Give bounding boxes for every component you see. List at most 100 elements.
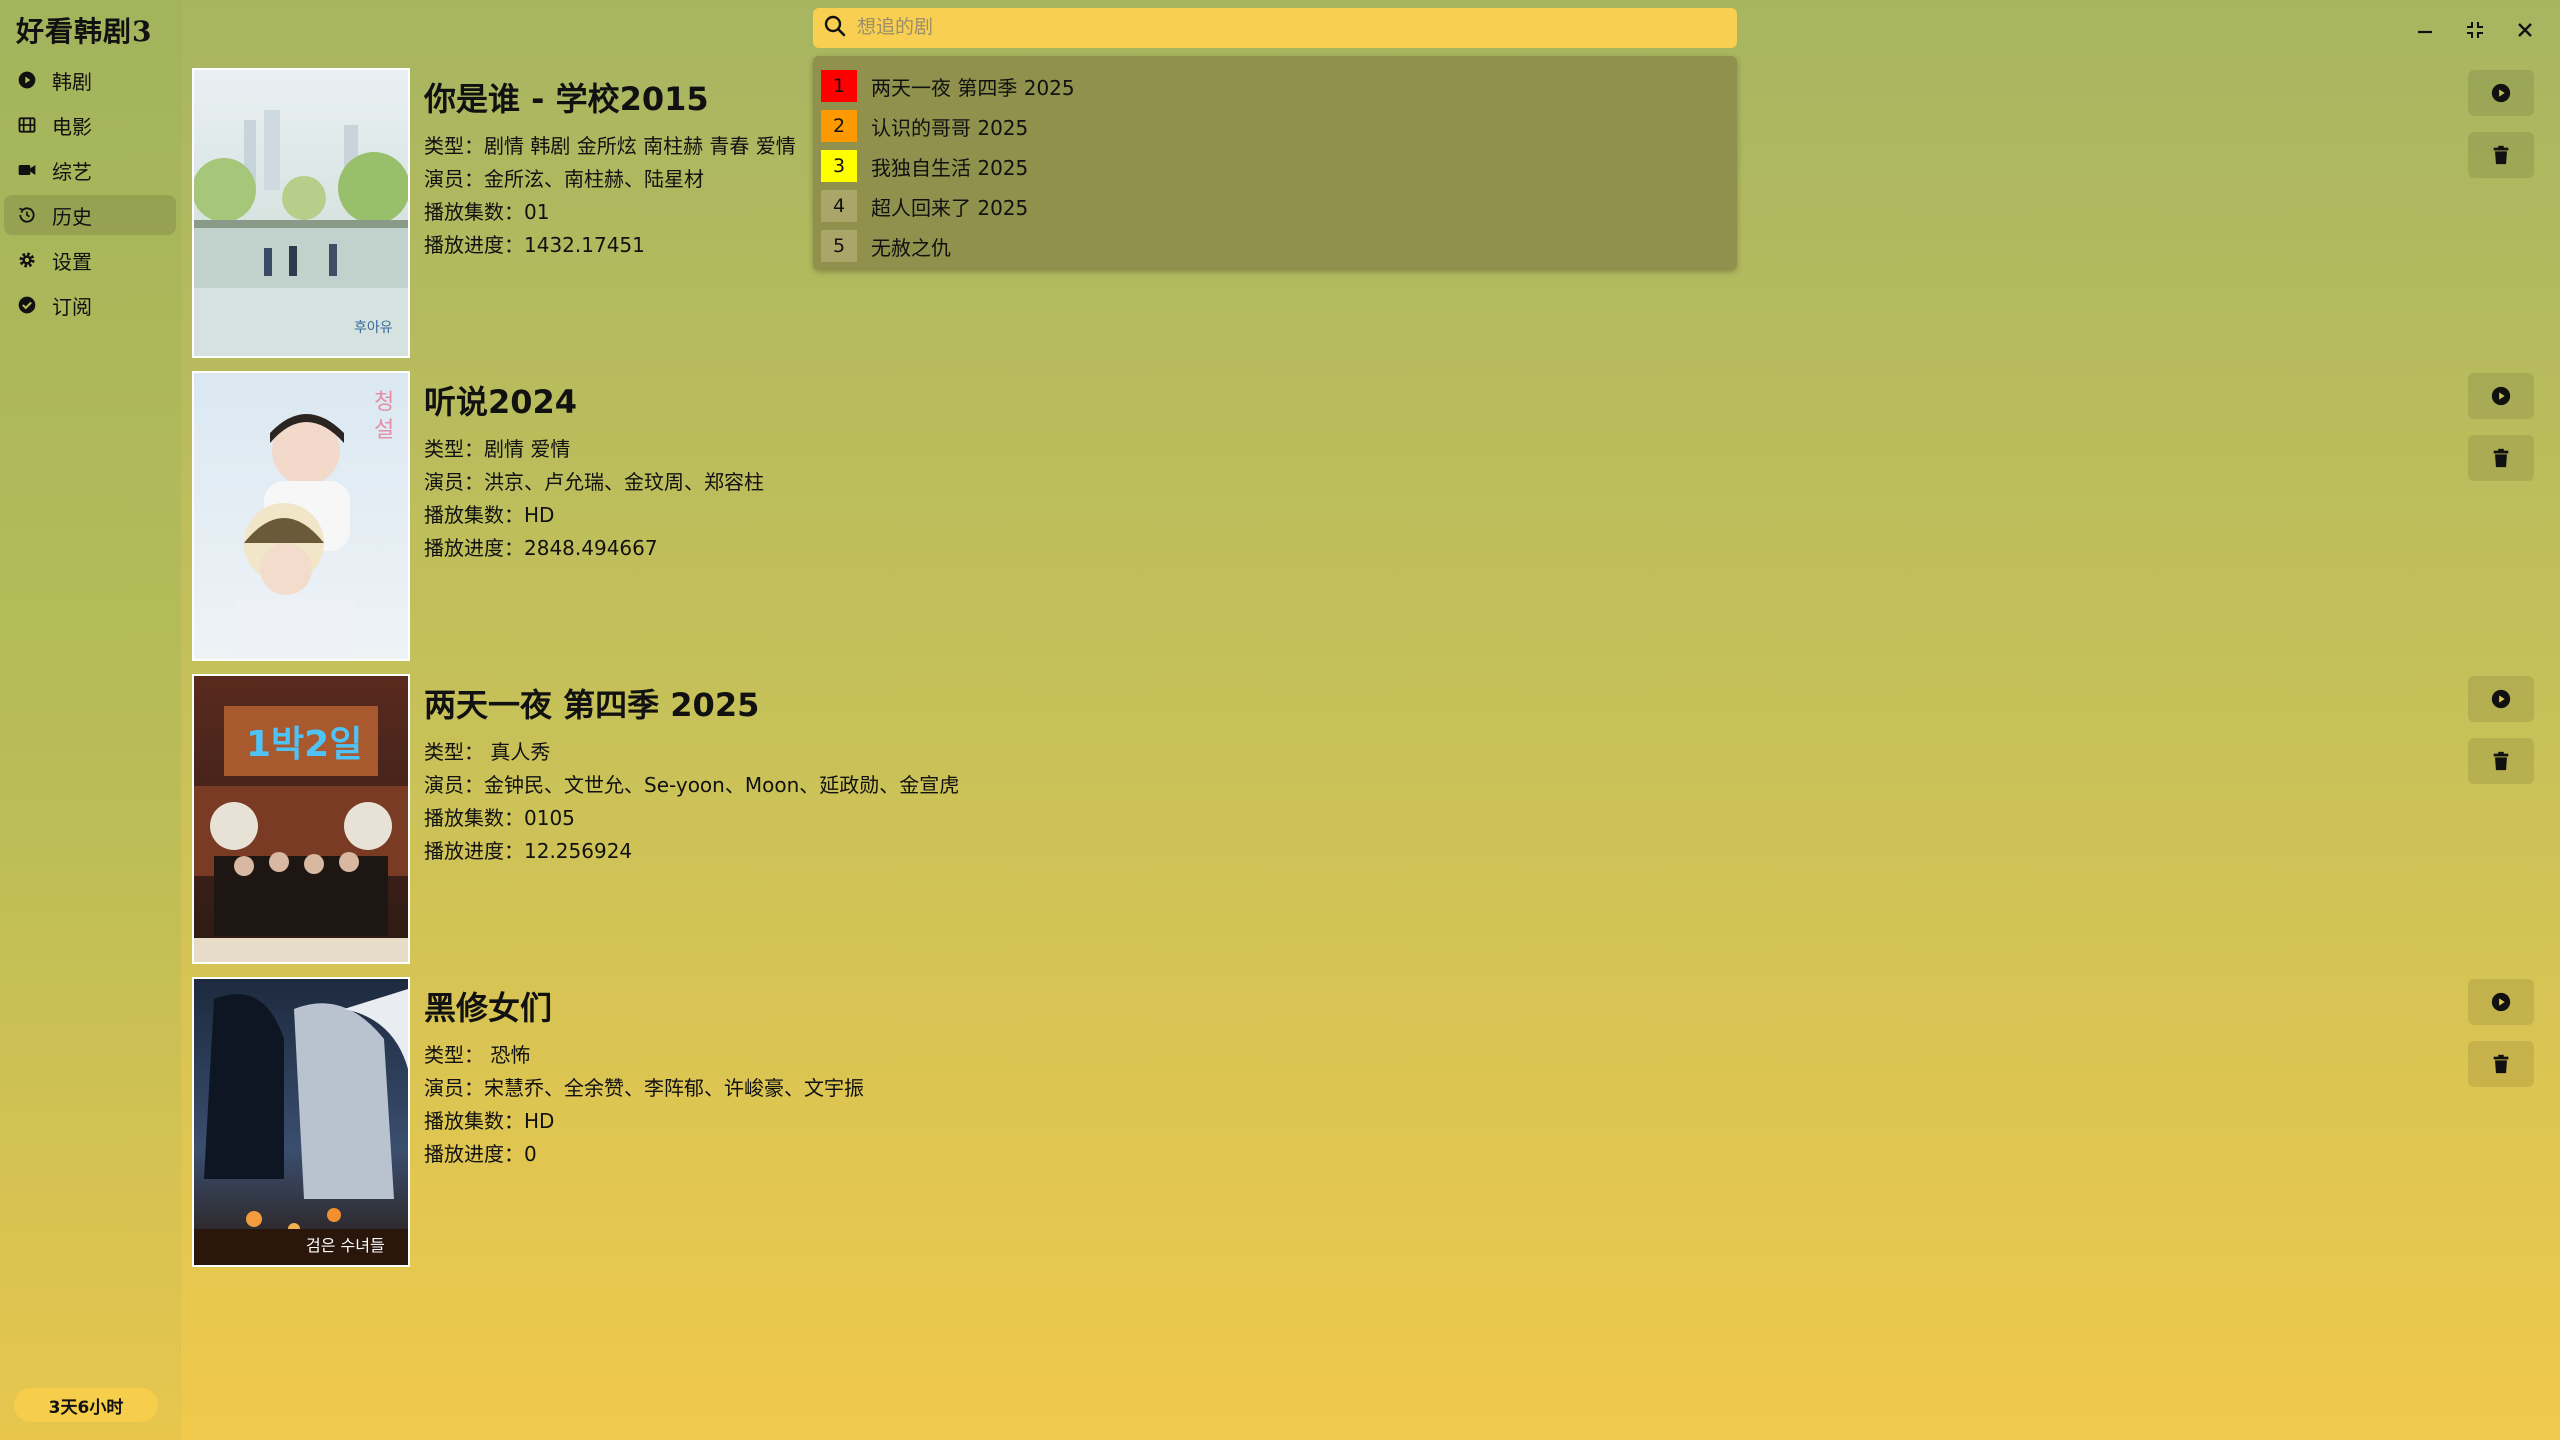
svg-text:검은 수녀들: 검은 수녀들	[306, 1236, 385, 1255]
delete-button[interactable]	[2468, 1041, 2534, 1087]
poster-image[interactable]: 검은 수녀들	[194, 979, 408, 1265]
search-bar	[813, 8, 1737, 48]
delete-button[interactable]	[2468, 738, 2534, 784]
poster-image[interactable]: 청 설	[194, 373, 408, 659]
drama-episodes: 播放集数：HD	[424, 1109, 555, 1133]
drama-genre: 类型： 恐怖	[424, 1043, 531, 1067]
suggestion-text: 超人回来了 2025	[871, 195, 1029, 220]
drama-progress: 播放进度：0	[424, 1142, 537, 1166]
sidebar-item-label: 订阅	[52, 294, 92, 319]
history-card: 청 설 听说2024 类型：剧情 爱情 演员：洪京、卢允瑞、金玟周、郑容柱 播放…	[192, 371, 2534, 661]
suggestion-text: 无赦之仇	[871, 235, 951, 260]
sidebar-item-settings[interactable]: 设置	[4, 240, 176, 280]
drama-info: 两天一夜 第四季 2025 类型： 真人秀 演员：金钟民、文世允、Se-yoon…	[424, 680, 959, 868]
window-controls	[2400, 14, 2550, 46]
drama-cast: 演员：金钟民、文世允、Se-yoon、Moon、延政勋、金宣虎	[424, 773, 960, 797]
history-icon	[16, 204, 38, 226]
poster-image[interactable]: 후아유	[194, 70, 408, 356]
suggestion-item[interactable]: 2 认识的哥哥 2025	[813, 106, 1737, 146]
sidebar-item-label: 韩剧	[52, 69, 92, 94]
play-button[interactable]	[2468, 676, 2534, 722]
drama-genre: 类型： 真人秀	[424, 740, 551, 764]
drama-info: 你是谁 - 学校2015 类型：剧情 韩剧 金所炫 南柱赫 青春 爱情 演员：金…	[424, 74, 796, 262]
drama-cast: 演员：洪京、卢允瑞、金玟周、郑容柱	[424, 470, 764, 494]
sidebar-item-history[interactable]: 历史	[4, 195, 176, 235]
sidebar-item-subscribe[interactable]: 订阅	[4, 285, 176, 325]
play-circle-icon	[2491, 386, 2511, 406]
film-icon	[16, 114, 38, 136]
play-circle-icon	[2491, 992, 2511, 1012]
svg-text:1박2일: 1박2일	[246, 724, 362, 765]
time-remaining-badge: 3天6小时	[14, 1388, 158, 1422]
delete-button[interactable]	[2468, 132, 2534, 178]
suggestion-text: 认识的哥哥 2025	[871, 115, 1029, 140]
drama-episodes: 播放集数：0105	[424, 806, 575, 830]
drama-title[interactable]: 两天一夜 第四季 2025	[424, 680, 959, 726]
play-circle-icon	[2491, 83, 2511, 103]
search-icon	[823, 14, 847, 42]
sidebar-item-label: 历史	[52, 204, 92, 229]
close-icon	[2518, 23, 2532, 37]
drama-cast: 演员：金所泫、南柱赫、陆星材	[424, 167, 704, 191]
sidebar-item-korean-drama[interactable]: 韩剧	[4, 60, 176, 100]
trash-icon	[2493, 448, 2509, 468]
drama-cast: 演员：宋慧乔、全余赞、李阵郁、许峻豪、文宇振	[424, 1076, 864, 1100]
minimize-button[interactable]	[2400, 14, 2450, 46]
drama-genre: 类型：剧情 爱情	[424, 437, 571, 461]
drama-title[interactable]: 黑修女们	[424, 983, 864, 1029]
rank-badge: 2	[821, 110, 857, 142]
search-input[interactable]	[855, 10, 1737, 46]
app-title: 好看韩剧3	[16, 15, 153, 48]
card-actions	[2468, 676, 2534, 800]
sidebar-item-movie[interactable]: 电影	[4, 105, 176, 145]
suggestion-item[interactable]: 5 无赦之仇	[813, 226, 1737, 266]
rank-badge: 1	[821, 70, 857, 102]
card-actions	[2468, 979, 2534, 1103]
play-button[interactable]	[2468, 70, 2534, 116]
play-circle-icon	[2491, 689, 2511, 709]
trash-icon	[2493, 751, 2509, 771]
suggestion-item[interactable]: 3 我独自生活 2025	[813, 146, 1737, 186]
restore-button[interactable]	[2450, 14, 2500, 46]
drama-episodes: 播放集数：01	[424, 200, 550, 224]
sidebar-nav: 韩剧 电影 综艺 历史 设置 订阅	[4, 60, 176, 330]
compress-icon	[2467, 22, 2483, 38]
play-circle-icon	[16, 69, 38, 91]
suggestion-text: 两天一夜 第四季 2025	[871, 75, 1075, 100]
play-button[interactable]	[2468, 979, 2534, 1025]
sidebar-item-variety[interactable]: 综艺	[4, 150, 176, 190]
card-actions	[2468, 70, 2534, 194]
rank-badge: 5	[821, 230, 857, 262]
drama-episodes: 播放集数：HD	[424, 503, 555, 527]
drama-info: 听说2024 类型：剧情 爱情 演员：洪京、卢允瑞、金玟周、郑容柱 播放集数：H…	[424, 377, 764, 565]
play-button[interactable]	[2468, 373, 2534, 419]
suggestion-item[interactable]: 1 两天一夜 第四季 2025	[813, 66, 1737, 106]
gear-icon	[16, 249, 38, 271]
close-button[interactable]	[2500, 14, 2550, 46]
drama-progress: 播放进度：2848.494667	[424, 536, 658, 560]
svg-text:설: 설	[374, 418, 394, 443]
check-circle-icon	[16, 294, 38, 316]
drama-title[interactable]: 你是谁 - 学校2015	[424, 74, 796, 120]
sidebar-item-label: 设置	[52, 249, 92, 274]
history-card: 검은 수녀들 黑修女们 类型： 恐怖 演员：宋慧乔、全余赞、李阵郁、许峻豪、文宇…	[192, 977, 2534, 1267]
drama-genre: 类型：剧情 韩剧 金所炫 南柱赫 青春 爱情	[424, 134, 796, 158]
history-card: 1박2일 两天一夜 第四季 2025 类型： 真人秀 演员：金钟民、文世允、Se…	[192, 674, 2534, 964]
suggestion-item[interactable]: 4 超人回来了 2025	[813, 186, 1737, 226]
minimize-icon	[2418, 30, 2432, 34]
trash-icon	[2493, 145, 2509, 165]
drama-progress: 播放进度：12.256924	[424, 839, 633, 863]
suggestion-text: 我独自生活 2025	[871, 155, 1029, 180]
rank-badge: 3	[821, 150, 857, 182]
delete-button[interactable]	[2468, 435, 2534, 481]
card-actions	[2468, 373, 2534, 497]
sidebar-item-label: 电影	[52, 114, 92, 139]
drama-progress: 播放进度：1432.17451	[424, 233, 645, 257]
search-suggestions: 1 两天一夜 第四季 2025 2 认识的哥哥 2025 3 我独自生活 202…	[813, 56, 1737, 270]
sidebar-item-label: 综艺	[52, 159, 92, 184]
poster-image[interactable]: 1박2일	[194, 676, 408, 962]
rank-badge: 4	[821, 190, 857, 222]
drama-title[interactable]: 听说2024	[424, 377, 764, 423]
svg-text:후아유: 후아유	[354, 320, 393, 336]
svg-text:청: 청	[374, 390, 394, 415]
